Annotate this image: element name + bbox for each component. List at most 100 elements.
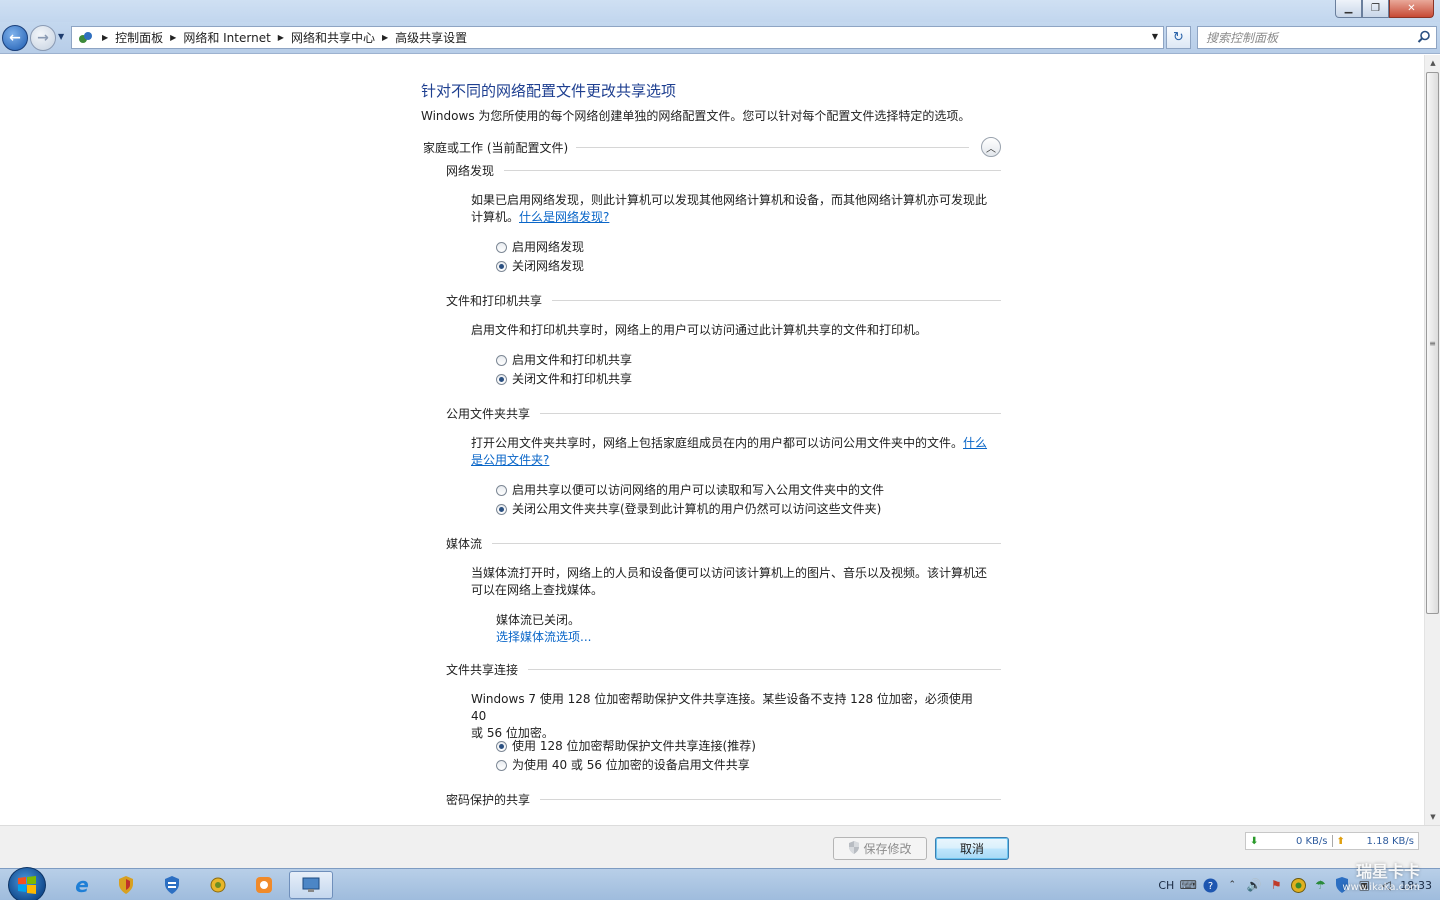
section-title: 文件和打印机共享 xyxy=(446,293,543,308)
breadcrumb-control-panel[interactable]: 控制面板 xyxy=(115,29,163,46)
scroll-thumb[interactable]: ≡ xyxy=(1426,72,1439,614)
radio-disable-file-printer[interactable]: 关闭文件和打印机共享 xyxy=(496,370,632,387)
breadcrumb-separator[interactable]: ▶ xyxy=(278,33,284,42)
show-hidden-icons-icon[interactable]: ⌃ xyxy=(1224,877,1240,893)
start-button[interactable] xyxy=(8,867,46,900)
address-dropdown-icon[interactable]: ▼ xyxy=(1152,32,1158,41)
breadcrumb-separator[interactable]: ▶ xyxy=(382,33,388,42)
search-box[interactable] xyxy=(1197,26,1437,49)
what-is-public-folder-link[interactable]: 什么 xyxy=(963,436,987,450)
watermark: 瑞星卡卡 www.ikaka.com xyxy=(1342,864,1420,896)
control-panel-icon xyxy=(302,877,320,892)
vertical-scrollbar[interactable]: ▲ ≡ ▼ xyxy=(1424,55,1440,825)
option-label[interactable]: 启用共享以便可以访问网络的用户可以读取和写入公用文件夹中的文件 xyxy=(512,481,884,498)
antivirus-icon[interactable] xyxy=(1290,877,1306,893)
media-player-icon xyxy=(256,877,272,893)
keyboard-icon[interactable]: ⌨ xyxy=(1180,877,1197,893)
scroll-down-arrow-icon[interactable]: ▼ xyxy=(1425,809,1440,825)
divider xyxy=(492,542,1001,544)
radio-enable-file-printer[interactable]: 启用文件和打印机共享 xyxy=(496,351,632,368)
option-label[interactable]: 为使用 40 或 56 位加密的设备启用文件共享 xyxy=(512,756,750,773)
refresh-icon: ↻ xyxy=(1173,30,1184,45)
section-title: 网络发现 xyxy=(446,163,495,178)
cancel-label: 取消 xyxy=(959,842,984,856)
breadcrumb-network-sharing-center[interactable]: 网络和共享中心 xyxy=(291,29,375,46)
section-password-protected-sharing: 密码保护的共享 xyxy=(446,791,1001,807)
radio-disable-discovery[interactable]: 关闭网络发现 xyxy=(496,257,584,274)
maximize-button[interactable]: ❐ xyxy=(1362,0,1389,18)
help-icon[interactable]: ? xyxy=(1202,877,1218,893)
recent-pages-dropdown[interactable]: ▼ xyxy=(58,32,64,41)
option-label[interactable]: 关闭网络发现 xyxy=(512,257,584,274)
taskbar-media-button[interactable] xyxy=(242,871,286,899)
radio-128-bit-encryption[interactable]: 使用 128 位加密帮助保护文件共享连接(推荐) xyxy=(496,737,756,754)
radio-button-selected[interactable] xyxy=(496,261,507,272)
encryption-description: Windows 7 使用 128 位加密帮助保护文件共享连接。某些设备不支持 1… xyxy=(471,691,991,742)
option-label[interactable]: 关闭公用文件夹共享(登录到此计算机的用户仍然可以访问这些文件夹) xyxy=(512,500,881,517)
description-text: 当媒体流打开时，网络上的人员和设备便可以访问该计算机上的图片、音乐以及视频。该计… xyxy=(471,566,988,580)
breadcrumb-advanced-sharing[interactable]: 高级共享设置 xyxy=(395,29,467,46)
file-printer-description: 启用文件和打印机共享时，网络上的用户可以访问通过此计算机共享的文件和打印机。 xyxy=(471,323,928,337)
radio-enable-public-folder[interactable]: 启用共享以便可以访问网络的用户可以读取和写入公用文件夹中的文件 xyxy=(496,481,884,498)
option-label[interactable]: 启用文件和打印机共享 xyxy=(512,351,632,368)
cancel-button[interactable]: 取消 xyxy=(935,837,1009,860)
profile-header: 家庭或工作 (当前配置文件) ︿ xyxy=(423,137,1001,157)
watermark-brand: 瑞星卡卡 xyxy=(1355,862,1420,881)
address-bar[interactable]: ▶ 控制面板 ▶ 网络和 Internet ▶ 网络和共享中心 ▶ 高级共享设置… xyxy=(71,26,1164,49)
section-title: 文件共享连接 xyxy=(446,662,519,677)
discovery-description: 如果已启用网络发现，则此计算机可以发现其他网络计算机和设备，而其他网络计算机亦可… xyxy=(471,192,991,226)
volume-icon[interactable]: 🔊 xyxy=(1246,877,1262,893)
breadcrumb-separator[interactable]: ▶ xyxy=(170,33,176,42)
radio-button[interactable] xyxy=(496,355,507,366)
breadcrumb-network-internet[interactable]: 网络和 Internet xyxy=(183,29,270,46)
close-button[interactable]: ✕ xyxy=(1389,0,1434,18)
search-input[interactable] xyxy=(1206,30,1406,45)
minimize-button[interactable]: ▁ xyxy=(1335,0,1362,18)
radio-button[interactable] xyxy=(496,760,507,771)
taskbar-control-panel-button[interactable] xyxy=(289,871,333,899)
collapse-button[interactable]: ︿ xyxy=(981,137,1001,157)
radio-button-selected[interactable] xyxy=(496,741,507,752)
chevron-up-icon: ︿ xyxy=(986,143,996,155)
back-button[interactable]: ← xyxy=(2,25,28,51)
taskbar-app-button[interactable] xyxy=(196,871,240,899)
radio-button[interactable] xyxy=(496,485,507,496)
radio-button-selected[interactable] xyxy=(496,504,507,515)
description-text: 打开公用文件夹共享时，网络上包括家庭组成员在内的用户都可以访问公用文件夹中的文件… xyxy=(471,436,964,450)
forward-button[interactable]: → xyxy=(30,25,56,51)
media-options-link[interactable]: 选择媒体流选项... xyxy=(496,628,591,645)
radio-disable-public-folder[interactable]: 关闭公用文件夹共享(登录到此计算机的用户仍然可以访问这些文件夹) xyxy=(496,500,881,517)
what-is-public-folder-link[interactable]: 是公用文件夹? xyxy=(471,453,549,467)
divider xyxy=(576,146,969,148)
radio-button[interactable] xyxy=(496,242,507,253)
download-speed: ⬇ 0 KB/s xyxy=(1246,836,1332,847)
input-language[interactable]: CH xyxy=(1158,879,1174,892)
radio-40-56-bit-encryption[interactable]: 为使用 40 或 56 位加密的设备启用文件共享 xyxy=(496,756,750,773)
what-is-discovery-link[interactable]: 什么是网络发现? xyxy=(519,210,609,224)
window-controls: ▁ ❐ ✕ xyxy=(1335,0,1434,18)
flag-icon[interactable]: ⚑ xyxy=(1268,877,1284,893)
radio-button-selected[interactable] xyxy=(496,374,507,385)
option-label[interactable]: 关闭文件和打印机共享 xyxy=(512,370,632,387)
public-folder-description: 打开公用文件夹共享时，网络上包括家庭组成员在内的用户都可以访问公用文件夹中的文件… xyxy=(471,435,991,469)
taskbar-network-button[interactable] xyxy=(150,871,194,899)
taskbar-ie-button[interactable]: e xyxy=(60,871,104,899)
refresh-button[interactable]: ↻ xyxy=(1166,26,1191,49)
radio-enable-discovery[interactable]: 启用网络发现 xyxy=(496,238,584,255)
windows-logo-icon xyxy=(18,876,36,894)
close-icon: ✕ xyxy=(1407,3,1416,14)
minimize-icon: ▁ xyxy=(1344,3,1353,14)
save-button[interactable]: 保存修改 xyxy=(833,837,927,860)
scroll-up-arrow-icon[interactable]: ▲ xyxy=(1425,55,1440,71)
media-description: 当媒体流打开时，网络上的人员和设备便可以访问该计算机上的图片、音乐以及视频。该计… xyxy=(471,565,991,599)
save-label: 保存修改 xyxy=(863,842,912,856)
upload-speed: ⬆ 1.18 KB/s xyxy=(1333,836,1419,847)
page-description: Windows 为您所使用的每个网络创建单独的网络配置文件。您可以针对每个配置文… xyxy=(421,109,971,123)
main-content: 针对不同的网络配置文件更改共享选项 Windows 为您所使用的每个网络创建单独… xyxy=(0,55,1424,825)
taskbar-security-button[interactable] xyxy=(104,871,148,899)
search-icon[interactable] xyxy=(1417,30,1431,47)
umbrella-icon[interactable]: ☂ xyxy=(1312,877,1328,893)
option-label[interactable]: 启用网络发现 xyxy=(512,238,584,255)
option-label[interactable]: 使用 128 位加密帮助保护文件共享连接(推荐) xyxy=(512,737,756,754)
title-bar: ▁ ❐ ✕ xyxy=(0,0,1440,22)
